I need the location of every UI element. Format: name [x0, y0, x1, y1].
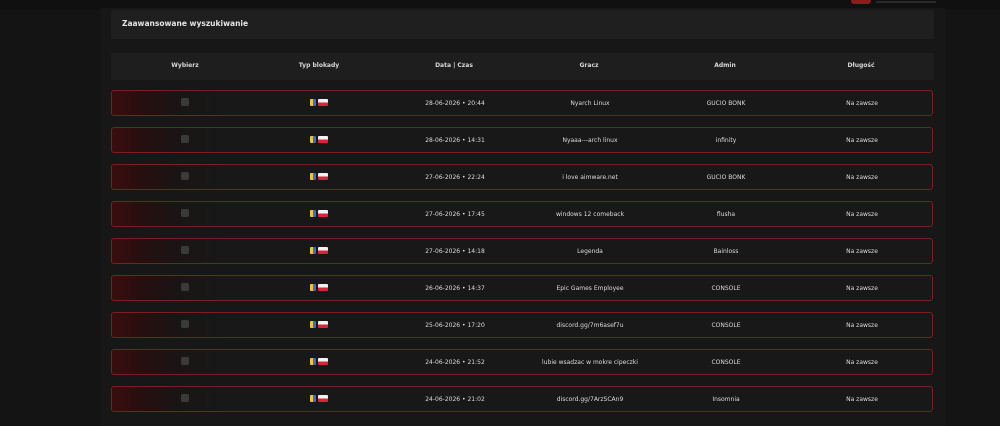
row-datetime: 24-06-2026 • 21:52 — [425, 359, 485, 366]
poland-flag-icon — [318, 358, 328, 365]
ban-type-icon — [310, 136, 316, 143]
row-duration: Na zawsze — [846, 211, 878, 218]
row-admin[interactable]: Insomnia — [712, 396, 739, 403]
ban-type-icon — [310, 210, 316, 217]
row-duration: Na zawsze — [846, 285, 878, 292]
row-select-checkbox[interactable] — [181, 246, 189, 254]
row-admin[interactable]: CONSOLE — [711, 285, 740, 292]
row-duration: Na zawsze — [846, 359, 878, 366]
row-select-checkbox[interactable] — [181, 320, 189, 328]
table-row[interactable]: 24-06-2026 • 21:52 lubie wsadzac w mokre … — [111, 349, 933, 375]
poland-flag-icon — [318, 99, 328, 106]
row-select-checkbox[interactable] — [181, 357, 189, 365]
row-player[interactable]: Epic Games Employee — [556, 285, 623, 292]
ban-type-icon — [310, 284, 316, 291]
poland-flag-icon — [318, 284, 328, 291]
header-ban-type: Typ blokady — [298, 62, 340, 69]
row-select-checkbox[interactable] — [181, 394, 189, 402]
table-row[interactable]: 26-06-2026 • 14:37 Epic Games Employee CON… — [111, 275, 933, 301]
row-admin[interactable]: CONSOLE — [711, 359, 740, 366]
advanced-search-title: Zaawansowane wyszukiwanie — [122, 19, 249, 28]
row-duration: Na zawsze — [846, 322, 878, 329]
row-player[interactable]: windows 12 comeback — [556, 211, 624, 218]
row-player[interactable]: Nyaaa---arch linux — [562, 137, 617, 144]
row-admin[interactable]: Bainloss — [714, 248, 739, 255]
poland-flag-icon — [318, 210, 328, 217]
poland-flag-icon — [318, 321, 328, 328]
row-select-checkbox[interactable] — [181, 98, 189, 106]
header-datetime: Data | Czas — [435, 62, 473, 69]
row-select-checkbox[interactable] — [181, 172, 189, 180]
poland-flag-icon — [318, 173, 328, 180]
row-admin[interactable]: GUCIO BONK — [707, 174, 746, 181]
header-duration: Długość — [847, 62, 875, 69]
row-player[interactable]: Legenda — [577, 248, 603, 255]
ban-type-icon — [310, 358, 316, 365]
row-datetime: 27-06-2026 • 22:24 — [425, 174, 485, 181]
ban-type-icon — [310, 99, 316, 106]
row-player[interactable]: Nyarch Linux — [570, 100, 609, 107]
poland-flag-icon — [318, 395, 328, 402]
table-row[interactable]: 25-06-2026 • 17:20 discord.gg/7m6asef7u CO… — [111, 312, 933, 338]
header-player: Gracz — [579, 62, 599, 69]
ban-type-icon — [310, 247, 316, 254]
advanced-search-toggle[interactable]: Zaawansowane wyszukiwanie — [111, 10, 934, 39]
row-duration: Na zawsze — [846, 174, 878, 181]
row-duration: Na zawsze — [846, 100, 878, 107]
row-admin[interactable]: CONSOLE — [711, 322, 740, 329]
poland-flag-icon — [318, 247, 328, 254]
row-admin[interactable]: infinity — [716, 137, 737, 144]
table-header: Wybierz Typ blokady Data | Czas Gracz Ad… — [111, 53, 934, 80]
table-row[interactable]: 27-06-2026 • 17:45 windows 12 comeback flu… — [111, 201, 933, 227]
row-player[interactable]: i love aimware.net — [562, 174, 618, 181]
row-duration: Na zawsze — [846, 137, 878, 144]
table-row[interactable]: 28-06-2026 • 20:44 Nyarch Linux GUCIO BONK… — [111, 90, 933, 116]
row-datetime: 27-06-2026 • 17:45 — [425, 211, 485, 218]
user-menu-button[interactable] — [851, 0, 871, 4]
row-datetime: 24-06-2026 • 21:02 — [425, 396, 485, 403]
ban-type-icon — [310, 321, 316, 328]
header-admin: Admin — [714, 62, 736, 69]
row-admin[interactable]: flusha — [717, 211, 735, 218]
row-datetime: 28-06-2026 • 14:31 — [425, 137, 485, 144]
row-player[interactable]: discord.gg/7ArzSCAn9 — [557, 396, 624, 403]
row-select-checkbox[interactable] — [181, 209, 189, 217]
top-bar-divider — [876, 1, 936, 3]
row-datetime: 26-06-2026 • 14:37 — [425, 285, 485, 292]
row-player[interactable]: discord.gg/7m6asef7u — [557, 322, 624, 329]
row-select-checkbox[interactable] — [181, 135, 189, 143]
row-datetime: 28-06-2026 • 20:44 — [425, 100, 485, 107]
ban-type-icon — [310, 395, 316, 402]
header-select: Wybierz — [171, 62, 199, 69]
row-admin[interactable]: GUCIO BONK — [707, 100, 746, 107]
poland-flag-icon — [318, 136, 328, 143]
table-row[interactable]: 27-06-2026 • 22:24 i love aimware.net GUCI… — [111, 164, 933, 190]
row-select-checkbox[interactable] — [181, 283, 189, 291]
table-row[interactable]: 28-06-2026 • 14:31 Nyaaa---arch linux infi… — [111, 127, 933, 153]
table-row[interactable]: 27-06-2026 • 14:18 Legenda Bainloss Na zaws… — [111, 238, 933, 264]
row-duration: Na zawsze — [846, 248, 878, 255]
row-player[interactable]: lubie wsadzac w mokre cipeczki — [542, 359, 638, 366]
row-duration: Na zawsze — [846, 396, 878, 403]
table-row[interactable]: 24-06-2026 • 21:02 discord.gg/7ArzSCAn9 In… — [111, 386, 933, 412]
ban-type-icon — [310, 173, 316, 180]
row-datetime: 25-06-2026 • 17:20 — [425, 322, 485, 329]
row-datetime: 27-06-2026 • 14:18 — [425, 248, 485, 255]
